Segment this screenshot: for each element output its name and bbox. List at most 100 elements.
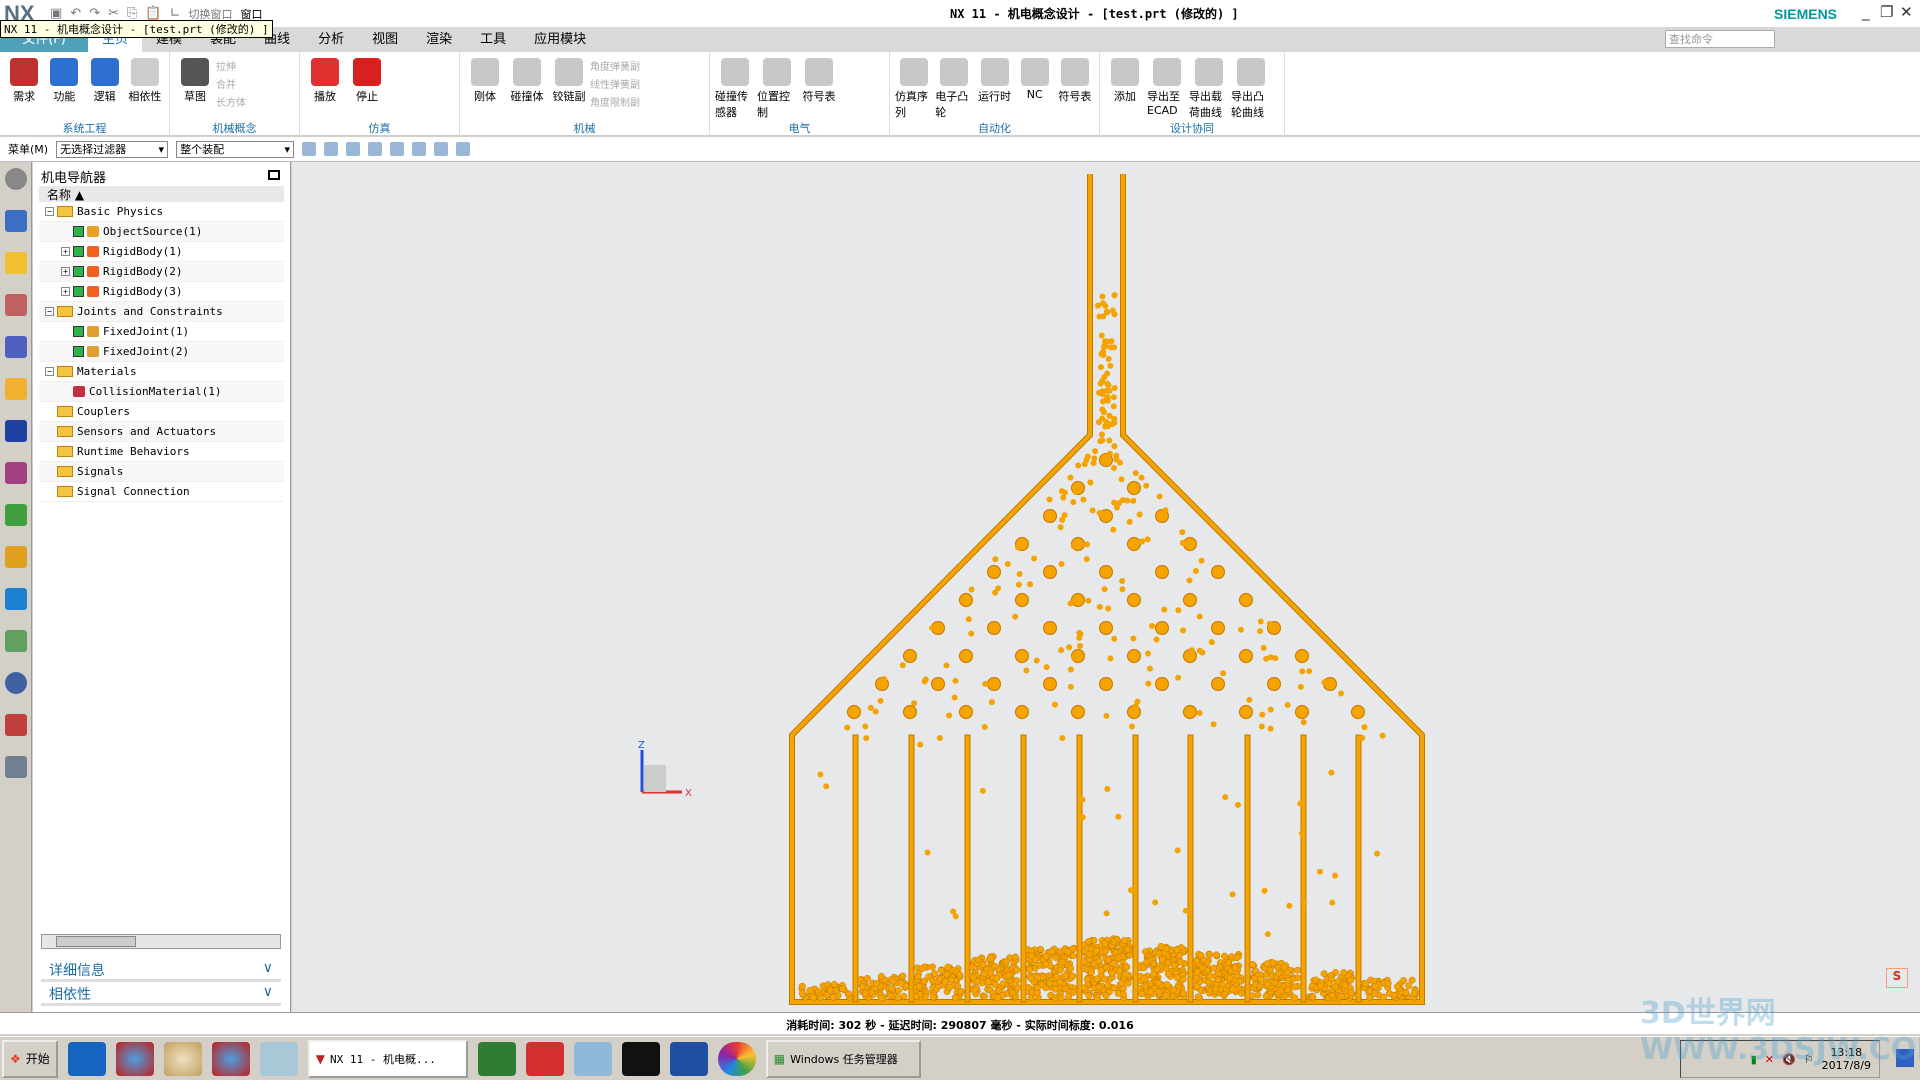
app-icon-m[interactable]	[67, 1041, 106, 1076]
tree-item[interactable]: + RigidBody(1)	[39, 242, 284, 262]
palette-icon[interactable]	[5, 714, 27, 736]
tree-item[interactable]: ObjectSource(1)	[39, 222, 284, 242]
dependencies-panel-header[interactable]: 相依性 ∨	[41, 984, 281, 1006]
tree-item[interactable]: + RigidBody(2)	[39, 262, 284, 282]
fit-view-icon[interactable]	[368, 142, 383, 156]
command-search-input[interactable]: 查找命令	[1665, 30, 1775, 48]
snap-icon[interactable]	[302, 142, 317, 156]
expand-toggle[interactable]: +	[61, 247, 70, 256]
part-navigator-icon[interactable]	[5, 462, 27, 484]
ribbon-small-button[interactable]: 线性弹簧副	[590, 76, 640, 91]
system-navigator-icon[interactable]	[5, 210, 27, 232]
zoom-icon[interactable]	[390, 142, 405, 156]
checkbox-checked[interactable]	[73, 326, 84, 337]
paste-icon[interactable]: 📋	[145, 6, 161, 21]
expand-toggle[interactable]: +	[61, 287, 70, 296]
graphics-viewport[interactable]: ZX S	[292, 162, 1920, 1012]
runtime-inspector-icon[interactable]	[5, 546, 27, 568]
constraint-navigator-icon[interactable]	[5, 420, 27, 442]
ribbon-small-button[interactable]: 角度限制副	[590, 94, 640, 109]
scrollbar-thumb[interactable]	[56, 936, 136, 947]
excel-icon[interactable]	[477, 1041, 516, 1076]
tree-item[interactable]: Signal Connection	[39, 482, 284, 502]
tab-8[interactable]: 工具	[466, 27, 520, 52]
tree-item[interactable]: − Joints and Constraints	[39, 302, 284, 322]
tree-item[interactable]: Signals	[39, 462, 284, 482]
nx-launcher-icon[interactable]	[115, 1041, 154, 1076]
column-header-name[interactable]: 名称 ▲	[39, 186, 284, 202]
color-wheel-icon[interactable]	[717, 1041, 756, 1076]
ball	[877, 697, 884, 704]
tree-item[interactable]: Runtime Behaviors	[39, 442, 284, 462]
role-icon[interactable]	[5, 756, 27, 778]
tree-item[interactable]: Couplers	[39, 402, 284, 422]
rotate-icon[interactable]	[412, 142, 427, 156]
selection-filter-dropdown[interactable]: 无选择过滤器 ▾	[56, 140, 169, 158]
sogou-input-icon[interactable]: S	[1886, 968, 1908, 988]
ball	[1182, 907, 1189, 914]
tab-5[interactable]: 分析	[304, 27, 358, 52]
checkbox-checked[interactable]	[73, 266, 84, 277]
taskbar-task-manager[interactable]: ▦ Windows 任务管理器	[765, 1039, 921, 1078]
settings-icon[interactable]	[5, 168, 27, 190]
ribbon-small-button[interactable]: 长方体	[216, 94, 246, 109]
start-button[interactable]: ❖ 开始	[2, 1039, 58, 1078]
taskbar-nx-window[interactable]: ▼ NX 11 - 机电概...	[307, 1039, 468, 1078]
filter-icon[interactable]	[346, 142, 361, 156]
tab-9[interactable]: 应用模块	[520, 27, 600, 52]
tree-item[interactable]: − Basic Physics	[39, 202, 284, 222]
save-icon[interactable]: ▣	[50, 6, 62, 21]
undo-icon[interactable]: ↶	[70, 6, 81, 21]
nx-launcher-2-icon[interactable]	[211, 1041, 250, 1076]
horizontal-scrollbar[interactable]	[41, 934, 281, 949]
checkbox-checked[interactable]	[73, 226, 84, 237]
cut-icon[interactable]: ✂	[108, 6, 119, 21]
close-button[interactable]: ✕	[1900, 3, 1913, 21]
minimize-button[interactable]: _	[1862, 3, 1870, 21]
word-icon[interactable]	[669, 1041, 708, 1076]
details-panel-header[interactable]: 详细信息 ∨	[41, 960, 281, 982]
redo-icon[interactable]: ↷	[89, 6, 100, 21]
checkbox-checked[interactable]	[73, 346, 84, 357]
select-icon[interactable]	[324, 142, 339, 156]
copy-icon[interactable]: ⎘	[127, 6, 137, 21]
info-icon[interactable]	[5, 588, 27, 610]
expand-toggle[interactable]: −	[45, 367, 54, 376]
mechatronics-navigator-icon[interactable]	[5, 252, 27, 274]
reuse-library-icon[interactable]	[5, 504, 27, 526]
inspector-icon[interactable]	[5, 294, 27, 316]
history-icon[interactable]	[5, 672, 27, 694]
tree-item[interactable]: FixedJoint(2)	[39, 342, 284, 362]
notepad-icon[interactable]	[259, 1041, 298, 1076]
expand-toggle[interactable]: −	[45, 307, 54, 316]
expand-toggle[interactable]: −	[45, 207, 54, 216]
tree-item[interactable]: Sensors and Actuators	[39, 422, 284, 442]
expand-toggle[interactable]: +	[61, 267, 70, 276]
checkbox-checked[interactable]	[73, 286, 84, 297]
menu-button[interactable]: 菜单(M)	[8, 141, 48, 157]
solidworks-icon[interactable]	[525, 1041, 564, 1076]
maximize-panel-icon[interactable]	[268, 170, 280, 180]
tree-item[interactable]: − Materials	[39, 362, 284, 382]
tree-item[interactable]: CollisionMaterial(1)	[39, 382, 284, 402]
selection-scope-dropdown[interactable]: 整个装配 ▾	[176, 140, 295, 158]
checkbox-checked[interactable]	[73, 246, 84, 257]
tab-6[interactable]: 视图	[358, 27, 412, 52]
calculator-icon[interactable]	[573, 1041, 612, 1076]
assembly-navigator-icon[interactable]	[5, 378, 27, 400]
ribbon-small-button[interactable]: 角度弹簧副	[590, 58, 640, 73]
ribbon-small-button[interactable]: 拉伸	[216, 58, 246, 73]
parameters-icon[interactable]	[5, 336, 27, 358]
tree-item[interactable]: FixedJoint(1)	[39, 322, 284, 342]
orient-view-icon[interactable]	[456, 142, 471, 156]
tree-item[interactable]: + RigidBody(3)	[39, 282, 284, 302]
wcs-icon[interactable]: ∟	[170, 6, 181, 21]
3ds-icon[interactable]	[621, 1041, 660, 1076]
ribbon-small-button[interactable]: 合并	[216, 76, 246, 91]
ball	[1237, 626, 1244, 633]
render-style-icon[interactable]	[434, 142, 449, 156]
web-browser-icon[interactable]	[5, 630, 27, 652]
tab-7[interactable]: 渲染	[412, 27, 466, 52]
restore-button[interactable]: ❐	[1880, 3, 1893, 21]
paint-icon[interactable]	[163, 1041, 202, 1076]
